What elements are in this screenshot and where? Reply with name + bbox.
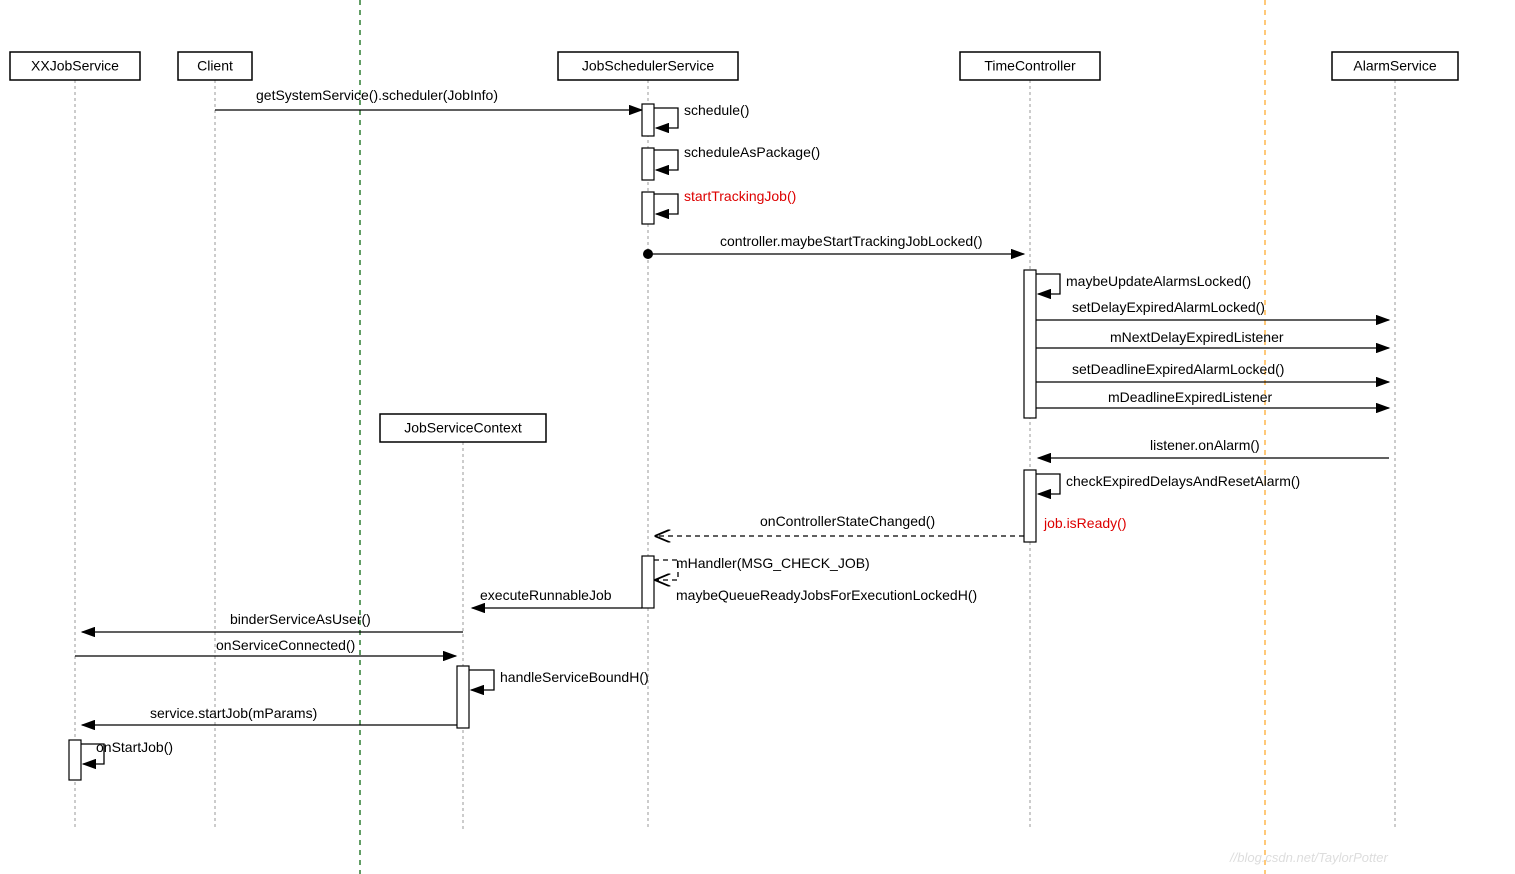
label-m21: service.startJob(mParams) bbox=[150, 705, 317, 721]
activation-jss-4 bbox=[642, 556, 654, 608]
participant-client: Client bbox=[178, 52, 252, 80]
label-m15: mHandler(MSG_CHECK_JOB) bbox=[676, 555, 870, 571]
label-m9: setDeadlineExpiredAlarmLocked() bbox=[1072, 361, 1284, 377]
label-m20: handleServiceBoundH() bbox=[500, 669, 649, 685]
activation-jss-2 bbox=[642, 148, 654, 180]
participant-tc: TimeController bbox=[960, 52, 1100, 80]
label-m18: binderServiceAsUser() bbox=[230, 611, 371, 627]
arrow-m6 bbox=[1036, 274, 1060, 294]
participant-tc-label: TimeController bbox=[984, 58, 1076, 74]
participant-jss: JobSchedulerService bbox=[558, 52, 738, 80]
activation-tc-1 bbox=[1024, 270, 1036, 418]
activation-xxjob-1 bbox=[69, 740, 81, 780]
label-m3: scheduleAsPackage() bbox=[684, 144, 820, 160]
label-m6: maybeUpdateAlarmsLocked() bbox=[1066, 273, 1251, 289]
participant-jobctx-label: JobServiceContext bbox=[404, 420, 522, 436]
label-m16: maybeQueueReadyJobsForExecutionLockedH() bbox=[676, 587, 977, 603]
label-m4: startTrackingJob() bbox=[684, 188, 796, 204]
participant-jss-label: JobSchedulerService bbox=[582, 58, 715, 74]
arrow-m2 bbox=[654, 108, 678, 128]
arrow-m4 bbox=[654, 194, 678, 214]
label-m8: mNextDelayExpiredListener bbox=[1110, 329, 1284, 345]
activation-jss-3 bbox=[642, 192, 654, 224]
label-m17: executeRunnableJob bbox=[480, 587, 612, 603]
label-m1: getSystemService().scheduler(JobInfo) bbox=[256, 87, 498, 103]
label-m7: setDelayExpiredAlarmLocked() bbox=[1072, 299, 1265, 315]
participant-xxjob-label: XXJobService bbox=[31, 58, 119, 74]
label-m12: checkExpiredDelaysAndResetAlarm() bbox=[1066, 473, 1300, 489]
label-m5: controller.maybeStartTrackingJobLocked() bbox=[720, 233, 983, 249]
participant-jobctx: JobServiceContext bbox=[380, 414, 546, 442]
label-m19: onServiceConnected() bbox=[216, 637, 355, 653]
arrow-m12 bbox=[1036, 474, 1060, 494]
arrow-m15 bbox=[654, 560, 678, 580]
label-m13: onControllerStateChanged() bbox=[760, 513, 935, 529]
activation-jss-1 bbox=[642, 104, 654, 136]
watermark-text: //blog.csdn.net/TaylorPotter bbox=[1229, 850, 1388, 865]
arrow-m20 bbox=[469, 670, 494, 690]
label-m14: job.isReady() bbox=[1043, 515, 1126, 531]
participant-alarm: AlarmService bbox=[1332, 52, 1458, 80]
activation-jobctx-1 bbox=[457, 666, 469, 728]
activation-tc-2 bbox=[1024, 470, 1036, 542]
sequence-diagram: XXJobService Client JobSchedulerService … bbox=[0, 0, 1515, 874]
arrow-m3 bbox=[654, 150, 678, 170]
label-m11: listener.onAlarm() bbox=[1150, 437, 1260, 453]
label-m10: mDeadlineExpiredListener bbox=[1108, 389, 1273, 405]
participant-xxjob: XXJobService bbox=[10, 52, 140, 80]
label-m22: onStartJob() bbox=[96, 739, 173, 755]
label-m2: schedule() bbox=[684, 102, 749, 118]
participant-alarm-label: AlarmService bbox=[1353, 58, 1436, 74]
participant-client-label: Client bbox=[197, 58, 233, 74]
